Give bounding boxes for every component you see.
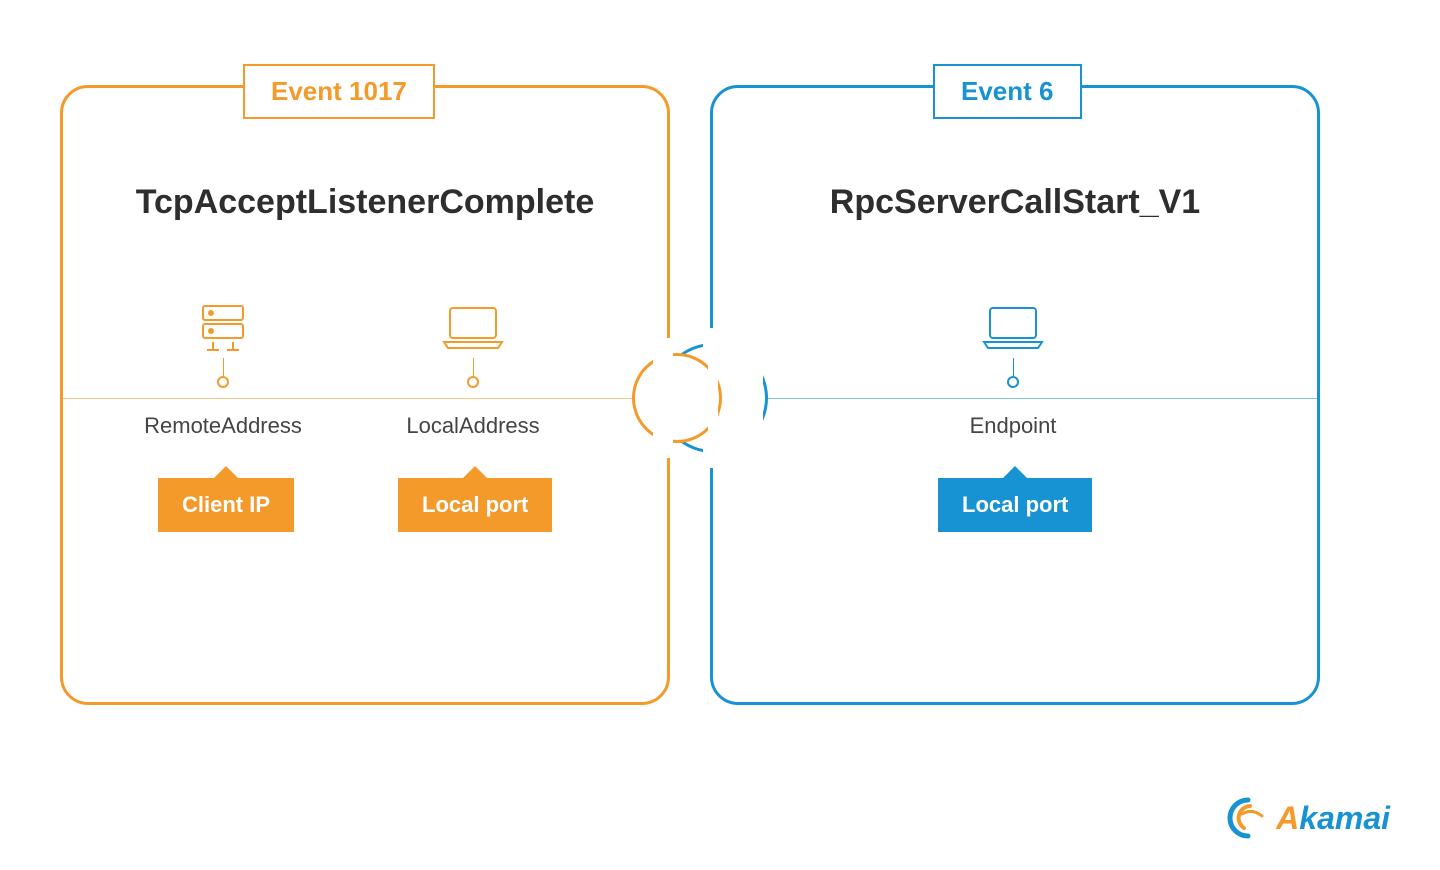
endpoint-node (913, 298, 1113, 388)
event-6-title: RpcServerCallStart_V1 (713, 183, 1317, 222)
akamai-wave-icon (1226, 796, 1270, 840)
brand-rest: kamai (1299, 800, 1390, 836)
event-tag-1017: Event 1017 (243, 64, 435, 119)
midline-right (713, 398, 1317, 399)
event-1017-title: TcpAcceptListenerComplete (63, 183, 667, 222)
remote-address-node (123, 298, 323, 388)
akamai-logo: Akamai (1226, 796, 1390, 840)
notch-border-mask (708, 358, 718, 438)
local-port-chip-right: Local port (938, 478, 1092, 532)
laptop-icon (438, 298, 508, 358)
tab-mask (653, 338, 673, 458)
local-address-node (373, 298, 573, 388)
client-ip-chip: Client IP (158, 478, 294, 532)
akamai-wordmark: Akamai (1276, 800, 1390, 837)
local-address-label: LocalAddress (373, 413, 573, 439)
remote-address-label: RemoteAddress (123, 413, 323, 439)
laptop-icon (978, 298, 1048, 358)
midline-left (63, 398, 667, 399)
event-tag-6: Event 6 (933, 64, 1082, 119)
puzzle-piece-event-1017: Event 1017 TcpAcceptListenerComplete (60, 85, 670, 705)
server-icon (193, 298, 253, 358)
event-correlation-diagram: Event 1017 TcpAcceptListenerComplete (60, 60, 1380, 720)
puzzle-piece-event-6: Event 6 RpcServerCallStart_V1 Endpoint L… (710, 85, 1320, 705)
local-port-chip-left: Local port (398, 478, 552, 532)
endpoint-label: Endpoint (913, 413, 1113, 439)
